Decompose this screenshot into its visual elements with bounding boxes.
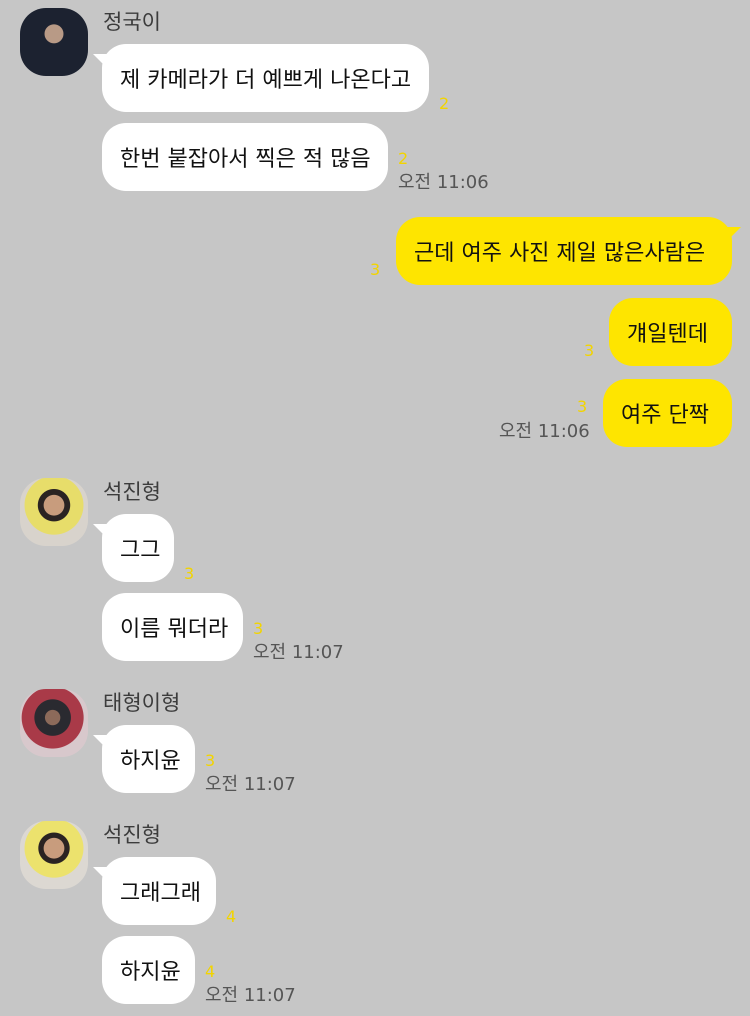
unread-count: 2 <box>398 149 409 168</box>
message-text: 여주 단짝 <box>621 403 709 428</box>
timestamp: 오전 11:06 <box>398 172 489 193</box>
message-text: 근데 여주 사진 제일 많은사람은 <box>414 241 706 266</box>
unread-count: 3 <box>370 260 381 279</box>
message-bubble-mine[interactable]: 여주 단짝 <box>603 379 732 447</box>
message-bubble[interactable]: 한번 붙잡아서 찍은 적 많음 <box>102 123 388 191</box>
avatar-jungkook[interactable] <box>20 8 88 76</box>
timestamp: 오전 11:07 <box>253 642 344 663</box>
timestamp: 오전 11:07 <box>205 774 296 795</box>
avatar-taehyung[interactable] <box>20 689 88 757</box>
message-text: 그그 <box>120 538 161 563</box>
message-bubble[interactable]: 하지윤 <box>102 936 195 1004</box>
unread-count: 3 <box>584 341 595 360</box>
sender-name: 석진형 <box>103 480 161 504</box>
unread-count: 4 <box>226 907 237 926</box>
unread-count: 3 <box>205 751 216 770</box>
timestamp: 오전 11:07 <box>205 985 296 1006</box>
message-text: 이름 뭐더라 <box>120 617 229 642</box>
unread-count: 4 <box>205 962 216 981</box>
message-text: 한번 붙잡아서 찍은 적 많음 <box>120 147 371 172</box>
message-bubble-mine[interactable]: 걔일텐데 <box>609 298 732 366</box>
sender-name: 석진형 <box>103 823 161 847</box>
message-text: 제 카메라가 더 예쁘게 나온다고 <box>120 68 412 93</box>
avatar-seokjin[interactable] <box>20 478 88 546</box>
unread-count: 3 <box>253 619 264 638</box>
message-bubble[interactable]: 제 카메라가 더 예쁘게 나온다고 <box>93 44 429 112</box>
message-bubble-mine[interactable]: 근데 여주 사진 제일 많은사람은 <box>396 217 741 285</box>
avatar-seokjin[interactable] <box>20 821 88 889</box>
message-bubble[interactable]: 이름 뭐더라 <box>102 593 243 661</box>
message-bubble[interactable]: 그래그래 <box>93 857 216 925</box>
message-text: 걔일텐데 <box>627 322 708 347</box>
timestamp: 오전 11:06 <box>499 421 590 442</box>
unread-count: 3 <box>577 397 588 416</box>
message-text: 하지윤 <box>120 749 181 774</box>
message-text: 하지윤 <box>120 960 181 985</box>
sender-name: 태형이형 <box>103 691 181 715</box>
message-bubble[interactable]: 하지윤 <box>93 725 195 793</box>
unread-count: 3 <box>184 564 195 583</box>
message-text: 그래그래 <box>120 881 201 906</box>
sender-name: 정국이 <box>103 10 161 34</box>
message-bubble[interactable]: 그그 <box>93 514 174 582</box>
unread-count: 2 <box>439 94 450 113</box>
